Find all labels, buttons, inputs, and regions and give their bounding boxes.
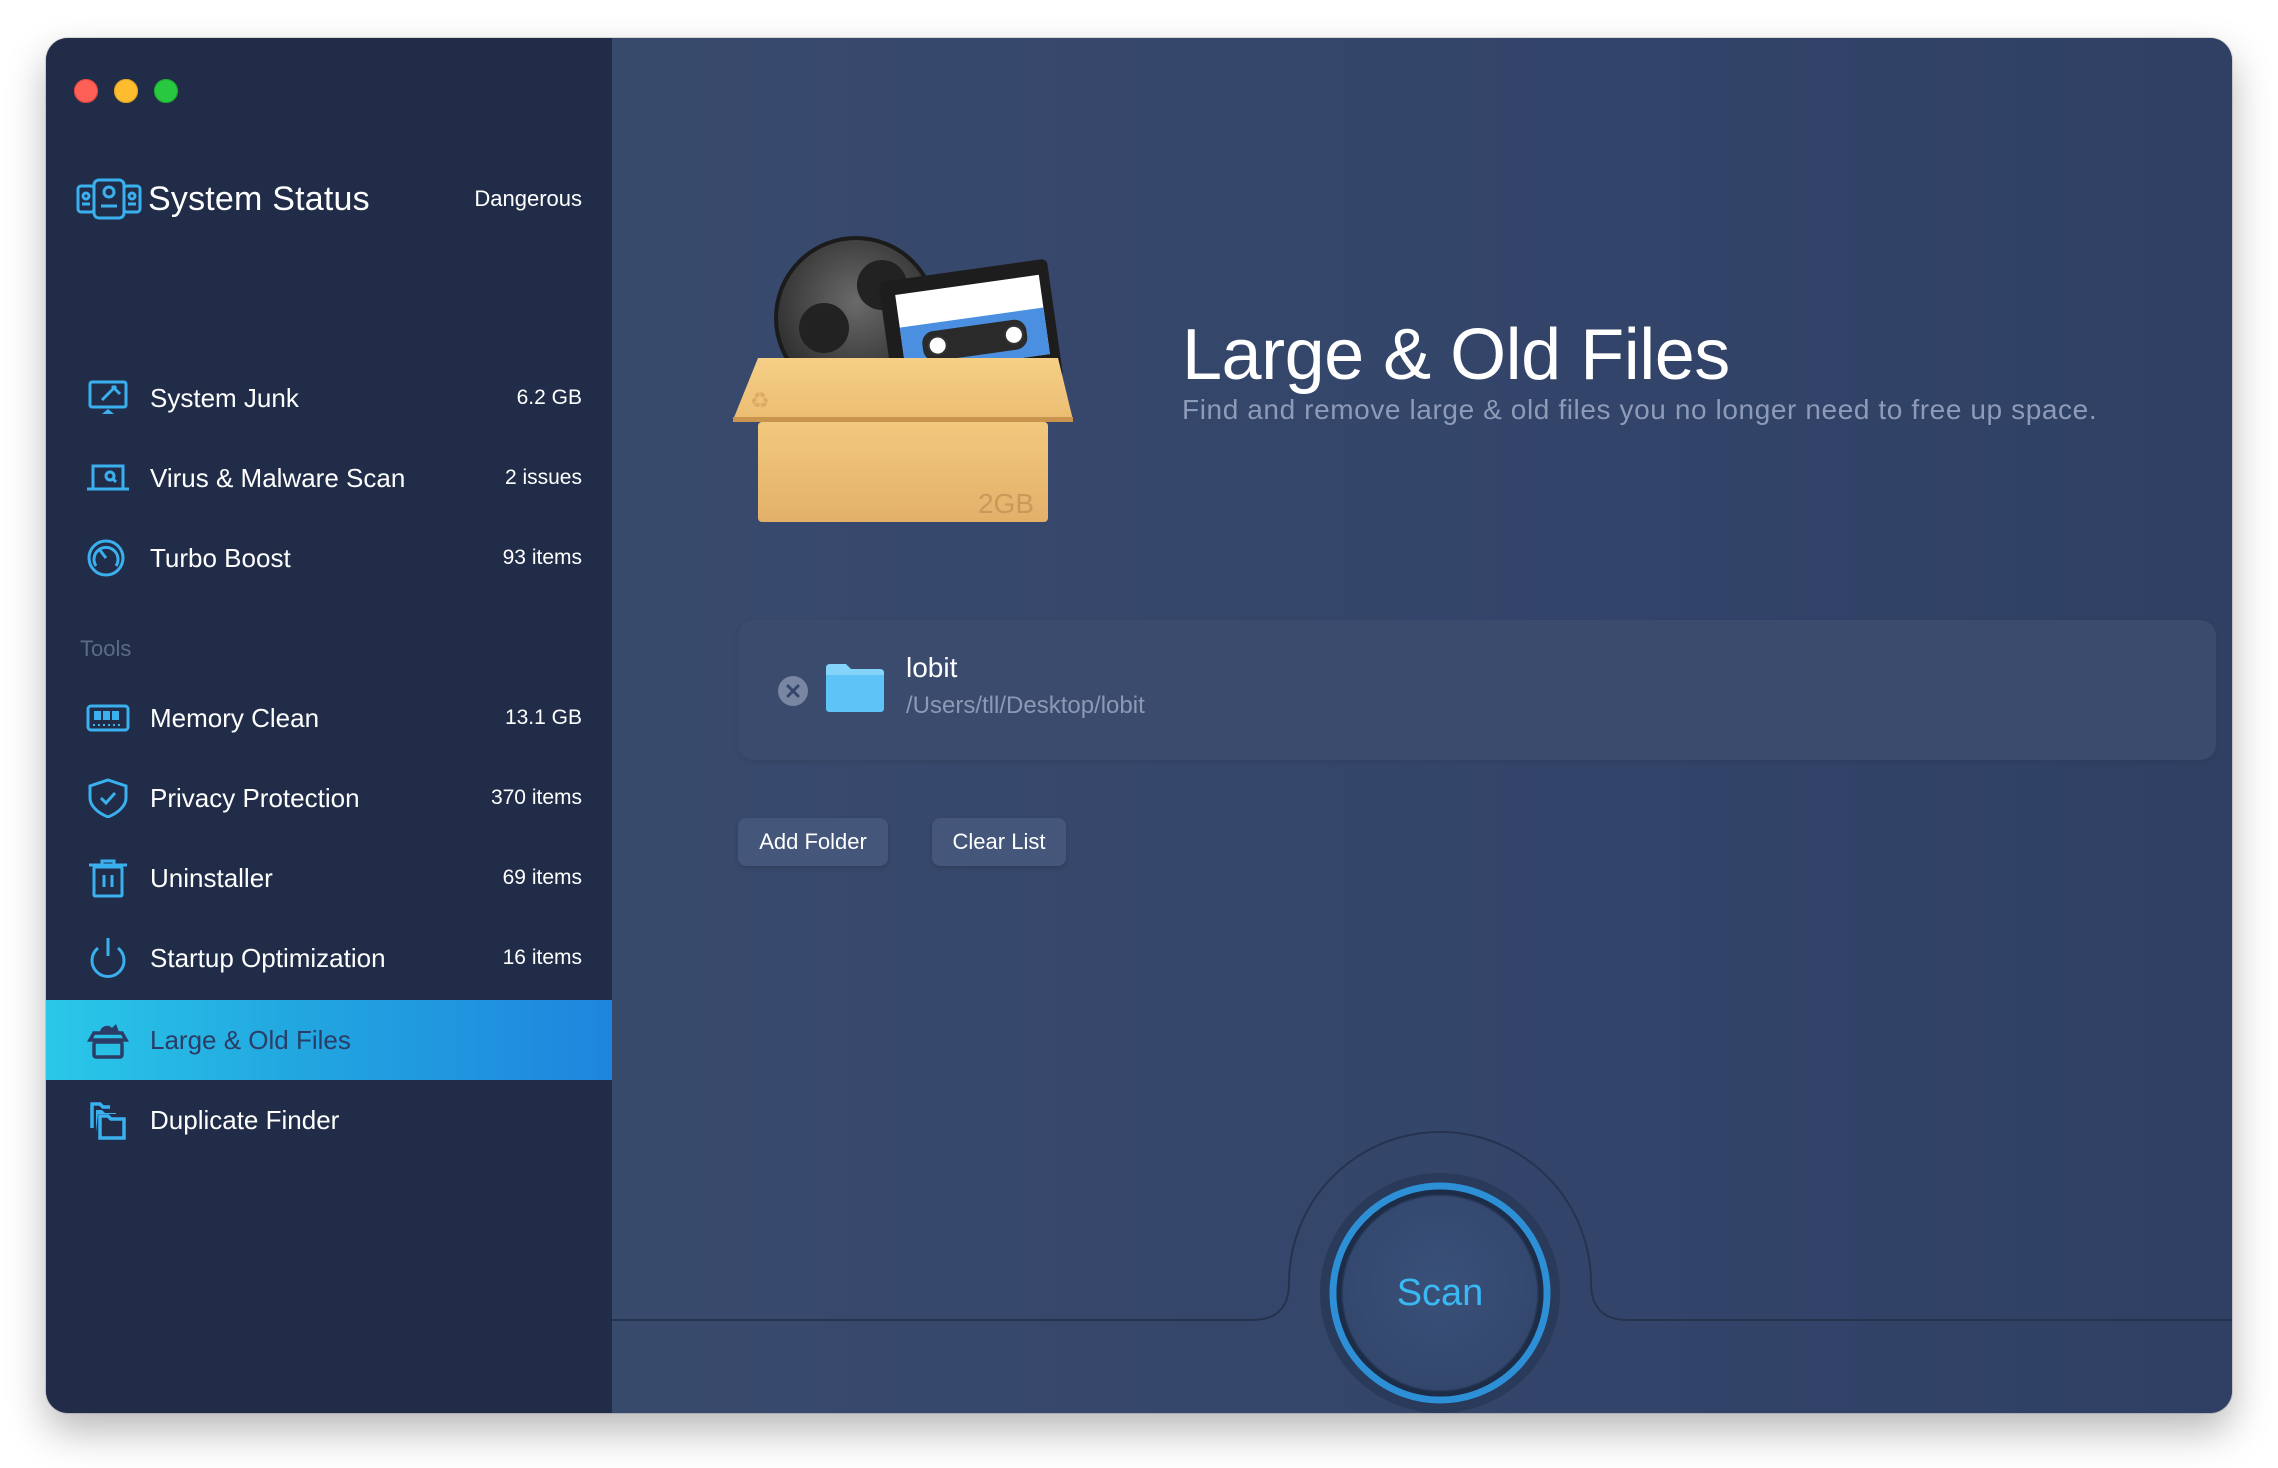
- sidebar-item-label: Large & Old Files: [150, 1024, 351, 1055]
- sidebar-item-privacy-protection[interactable]: Privacy Protection 370 items: [46, 758, 612, 838]
- shield-check-icon: [88, 778, 128, 818]
- sidebar-item-large-old-files[interactable]: Large & Old Files: [46, 1000, 612, 1080]
- sidebar-item-value: 69 items: [502, 866, 582, 889]
- memory-chip-icon: [86, 704, 130, 732]
- laptop-search-icon: [87, 464, 129, 491]
- main-panel: ♻ 2GB Large & Old Files Find and remove …: [612, 38, 2232, 1413]
- svg-text:♻: ♻: [750, 389, 770, 414]
- box-icon: [86, 1024, 130, 1059]
- app-window: System Status Dangerous System Junk 6.2 …: [46, 38, 2232, 1413]
- scan-button[interactable]: Scan: [1343, 1196, 1537, 1390]
- sidebar-item-uninstaller[interactable]: Uninstaller 69 items: [46, 838, 612, 918]
- close-icon: [786, 684, 800, 698]
- sidebar-item-value: 93 items: [502, 546, 582, 569]
- system-status-title: System Status: [148, 179, 370, 218]
- folder-name: lobit: [906, 652, 958, 683]
- remove-folder-button[interactable]: [778, 676, 808, 706]
- folder-path: /Users/tll/Desktop/lobit: [906, 692, 1145, 719]
- sidebar-item-label: Virus & Malware Scan: [150, 462, 406, 493]
- sidebar-item-value: 6.2 GB: [516, 386, 582, 409]
- sidebar-item-label: Uninstaller: [150, 862, 273, 893]
- system-status-icon: [76, 178, 142, 220]
- minimize-window-button[interactable]: [114, 79, 138, 103]
- speedometer-icon: [87, 539, 125, 577]
- page-subtitle: Find and remove large & old files you no…: [1182, 394, 2098, 425]
- sidebar: System Status Dangerous System Junk 6.2 …: [46, 38, 612, 1413]
- sidebar-item-label: Startup Optimization: [150, 942, 386, 973]
- scan-button-label: Scan: [1396, 1271, 1484, 1314]
- sidebar-item-turbo-boost[interactable]: Turbo Boost 93 items: [46, 518, 612, 598]
- sidebar-item-duplicate-finder[interactable]: Duplicate Finder: [46, 1080, 612, 1160]
- sidebar-item-label: Privacy Protection: [150, 782, 360, 813]
- sidebar-item-value: 13.1 GB: [504, 706, 582, 729]
- sidebar-item-label: System Junk: [150, 382, 299, 413]
- sidebar-item-memory-clean[interactable]: Memory Clean 13.1 GB: [46, 678, 612, 758]
- sidebar-item-value: 16 items: [502, 946, 582, 969]
- hero-size-badge: 2GB: [978, 488, 1034, 519]
- page-title: Large & Old Files: [1182, 315, 1730, 395]
- sidebar-item-system-junk[interactable]: System Junk 6.2 GB: [46, 358, 612, 438]
- trash-icon: [89, 859, 127, 898]
- close-window-button[interactable]: [74, 79, 98, 103]
- large-files-box-illustration: ♻ 2GB: [733, 236, 1073, 522]
- sidebar-item-label: Duplicate Finder: [150, 1104, 340, 1135]
- sidebar-item-value: 370 items: [490, 786, 582, 809]
- monitor-broom-icon: [88, 380, 128, 414]
- sidebar-item-virus-malware-scan[interactable]: Virus & Malware Scan 2 issues: [46, 438, 612, 518]
- system-status-state: Dangerous: [474, 186, 582, 211]
- add-folder-button[interactable]: Add Folder: [738, 818, 888, 866]
- clear-list-button[interactable]: Clear List: [932, 818, 1066, 866]
- sidebar-item-label: Memory Clean: [150, 702, 320, 733]
- system-status-row[interactable]: System Status Dangerous: [76, 174, 582, 224]
- power-icon: [90, 938, 126, 978]
- zoom-window-button[interactable]: [154, 79, 178, 103]
- tools-section-label: Tools: [80, 636, 132, 661]
- folders-icon: [90, 1102, 126, 1140]
- folder-list: lobit /Users/tll/Desktop/lobit: [738, 620, 2216, 760]
- sidebar-item-startup-optimization[interactable]: Startup Optimization 16 items: [46, 918, 612, 998]
- sidebar-item-label: Turbo Boost: [150, 542, 291, 573]
- sidebar-item-value: 2 issues: [504, 466, 582, 489]
- folder-icon: [826, 664, 884, 712]
